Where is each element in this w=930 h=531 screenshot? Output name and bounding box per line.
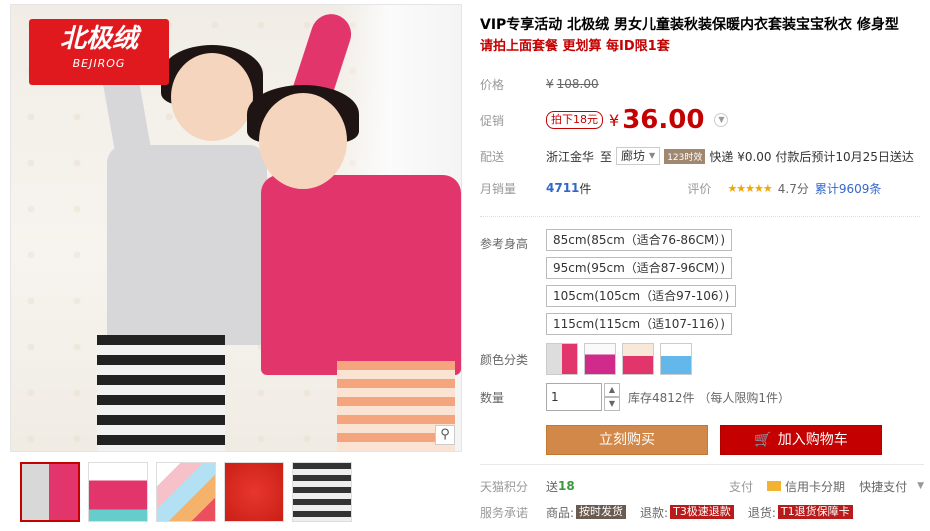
brand-logo-en: BEJIROG [72,57,126,70]
price-label: 价格 [480,77,505,92]
product-title: VIP专享活动 北极绒 男女儿童装秋装保暖内衣套装宝宝秋衣 修身型 [480,17,899,33]
delivery-row: 配送 浙江金华 至 廊坊 ▼ 123时效 快递 ¥0.00 付款后预计10月25日… [480,140,920,172]
height-option-85[interactable]: 85cm(85cm（适合76-86CM）) [546,229,733,251]
promo-currency: ¥ [609,110,620,130]
buy-now-button[interactable]: 立刻购买 [546,425,708,455]
main-product-image[interactable]: 北极绒 BEJIROG ⚲ [10,4,462,452]
chevron-down-icon[interactable]: ▼ [917,481,924,491]
color-option-2[interactable] [584,343,616,375]
brand-logo-cn: 北极绒 [59,24,138,54]
delivery-to-word: 至 [600,149,613,164]
service-shipping[interactable]: 商品: 按时发货 [546,504,627,521]
points-text: 送 [546,479,559,494]
height-option-115[interactable]: 115cm(115cm（适107-116）) [546,313,732,335]
thumbnail-3[interactable] [156,462,216,522]
delivery-from: 浙江金华 [546,149,595,164]
quantity-label: 数量 [480,390,505,405]
quick-pay[interactable]: 快捷支付 [859,478,907,495]
pay-label: 支付 [729,479,754,494]
points-value: 18 [558,479,575,493]
decrease-icon[interactable]: ▼ [604,397,620,411]
add-to-cart-label: 加入购物车 [777,432,848,448]
divider [480,216,920,217]
height-option-95[interactable]: 95cm(95cm（适合87-96CM）) [546,257,733,279]
quantity-row: 数量 1 ▲ ▼ 库存4812件 （每人限购1件） [480,383,920,411]
points-row: 天猫积分 送 18 支付 信用卡分期 快捷支付 ▼ [480,473,924,499]
thumbnail-4[interactable] [224,462,284,522]
rating-label: 评价 [687,181,712,196]
delivery-label: 配送 [480,149,505,164]
destination-dropdown[interactable]: 廊坊 ▼ [616,147,661,165]
zoom-icon[interactable]: ⚲ [435,425,455,445]
promo-tag: 拍下18元 [546,111,603,129]
color-label: 颜色分类 [480,352,529,367]
service-row: 服务承诺 商品: 按时发货 退款: T3极速退款 退货: T1退货保障卡 [480,499,924,525]
color-option-3[interactable] [622,343,654,375]
thumbnail-strip [20,462,462,522]
sales-unit: 件 [579,181,592,196]
promo-price: 36.00 [622,105,705,135]
chevron-down-icon[interactable]: ▼ [714,113,729,127]
service-section: 天猫积分 送 18 支付 信用卡分期 快捷支付 ▼ 服务承诺 商品: 按时发货 退… [480,464,924,525]
cart-icon: 🛒 [754,432,772,448]
credit-card-icon [767,481,782,491]
product-subtitle: 请拍上面套餐 更划算 每ID限1套 [480,39,670,54]
color-sku-row: 颜色分类 [480,343,920,375]
sales-row: 月销量 4711 件 评价 ★★★★★ 4.7分 累计9609条 [480,172,920,204]
height-option-105[interactable]: 105cm(105cm（适合97-106）) [546,285,737,307]
product-info: VIP专享活动 北极绒 男女儿童装秋装保暖内衣套装宝宝秋衣 修身型 请拍上面套餐… [480,14,920,455]
product-gallery: 北极绒 BEJIROG ⚲ [10,4,462,522]
increase-icon[interactable]: ▲ [604,383,620,397]
review-count-link[interactable]: 累计9609条 [815,180,882,197]
height-options: 85cm(85cm（适合76-86CM）) 95cm(95cm（适合87-96C… [546,229,920,335]
price-box: 价格 ¥108.00 促销 拍下18元 ¥ 36.00 ▼ 配送 浙江金华 至 … [480,68,920,204]
thumbnail-1[interactable] [20,462,80,522]
color-option-4[interactable] [660,343,692,375]
price-row: 价格 ¥108.00 [480,68,920,100]
thumbnail-5[interactable] [292,462,352,522]
service-refund[interactable]: 退款: T3极速退款 [640,504,734,521]
quantity-stepper: ▲ ▼ [604,383,620,411]
credit-installment[interactable]: 信用卡分期 [767,478,845,495]
sales-label: 月销量 [480,181,517,196]
height-sku-row: 参考身高 85cm(85cm（适合76-86CM）) 95cm(95cm（适合8… [480,229,920,335]
promo-row: 促销 拍下18元 ¥ 36.00 ▼ [480,100,920,140]
brand-logo: 北极绒 BEJIROG [29,19,169,85]
sales-count: 4711 [546,181,580,195]
color-options [546,343,692,375]
original-price: ¥108.00 [546,77,599,91]
stock-text: 库存4812件 （每人限购1件） [628,390,790,405]
timeliness-badge: 123时效 [664,148,706,164]
delivery-text: 快递 ¥0.00 付款后预计10月25日送达 [709,149,914,164]
quantity-input[interactable]: 1 [546,383,602,411]
action-buttons: 立刻购买 🛒 加入购物车 [546,425,920,455]
rating-score: 4.7分 [777,181,809,196]
thumbnail-2[interactable] [88,462,148,522]
rating: 评价 ★★★★★ 4.7分 累计9609条 [687,180,881,197]
height-label: 参考身高 [480,237,529,251]
promo-label: 促销 [480,113,505,128]
points-label: 天猫积分 [480,479,529,494]
color-option-1[interactable] [546,343,578,375]
service-label: 服务承诺 [480,505,529,520]
add-to-cart-button[interactable]: 🛒 加入购物车 [720,425,882,455]
chevron-down-icon: ▼ [649,151,656,160]
service-return[interactable]: 退货: T1退货保障卡 [748,504,853,521]
star-rating-icon: ★★★★★ [727,181,772,195]
